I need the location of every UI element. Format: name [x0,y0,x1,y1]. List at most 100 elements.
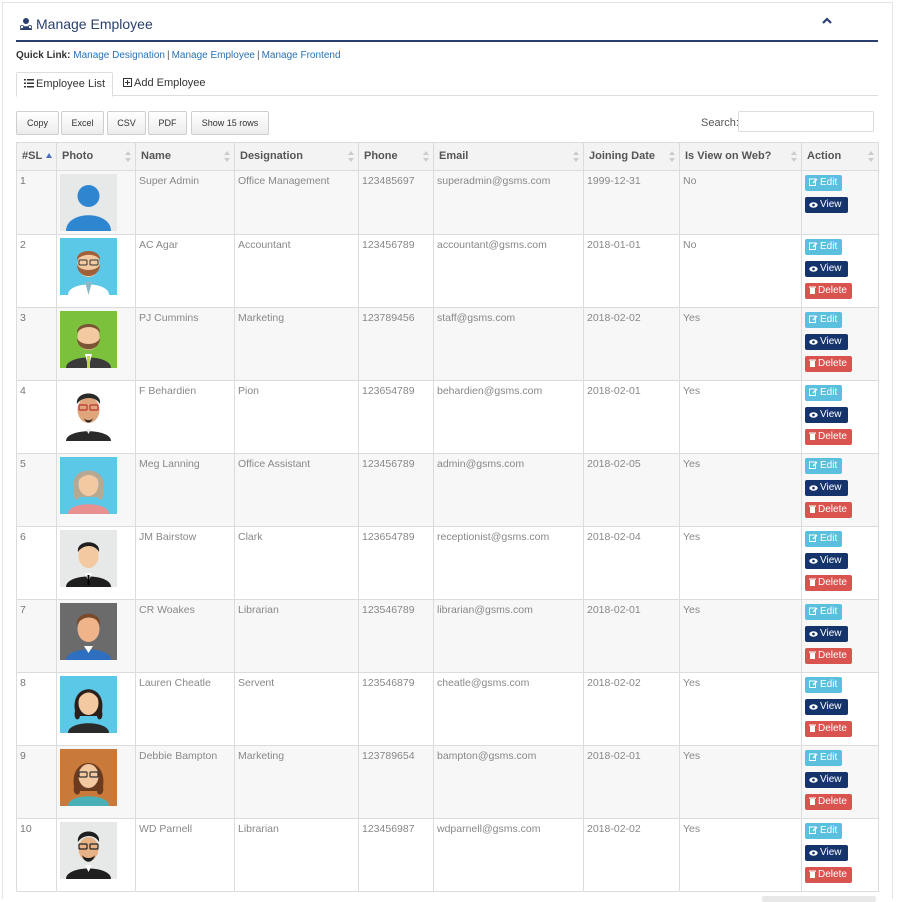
column-header-label: Phone [364,150,398,162]
cell-email: bampton@gsms.com [433,745,584,819]
trash-icon [809,286,816,294]
column-header-joining-date[interactable]: Joining Date [583,142,680,171]
view-label: View [820,199,842,210]
view-button[interactable]: View [805,261,848,277]
cell-designation: Librarian [234,599,359,673]
edit-label: Edit [820,241,838,252]
cell-joining-date: 2018-01-01 [583,234,680,308]
tab-employee-list[interactable]: Employee List [16,72,114,97]
column-header-name[interactable]: Name [135,142,235,171]
view-button[interactable]: View [805,334,848,350]
cell-photo [56,745,136,819]
excel-button[interactable]: Excel [61,111,104,135]
cell-joining-date: 2018-02-02 [583,307,680,381]
chevron-up-icon[interactable] [820,14,834,28]
edit-icon [809,242,818,250]
cell-sl: 7 [16,599,57,673]
edit-button[interactable]: Edit [805,175,842,191]
edit-button[interactable]: Edit [805,677,842,693]
column-header-label: Photo [62,150,94,162]
table-row: 10 WD Parnell Librarian 123456987 wdparnell@… [16,818,879,892]
edit-button[interactable]: Edit [805,823,842,839]
user-group-icon [19,18,32,30]
view-button[interactable]: View [805,407,848,423]
column-header-action[interactable]: Action [801,142,879,171]
cell-view-on-web: Yes [679,380,802,454]
table-row: 3 PJ Cummins Marketing 123789456 staff@gsms.… [16,307,879,381]
column-header-view-on-web[interactable]: Is View on Web? [679,142,802,171]
pdf-button[interactable]: PDF [148,111,187,135]
cell-action: Edit View Delete [801,599,879,673]
view-button[interactable]: View [805,699,848,715]
edit-button[interactable]: Edit [805,750,842,766]
sort-icon [125,151,131,162]
tab-add-employee[interactable]: Add Employee [116,72,213,94]
edit-button[interactable]: Edit [805,239,842,255]
view-button[interactable]: View [805,626,848,642]
view-button[interactable]: View [805,845,848,861]
sort-icon [868,151,874,162]
search-input[interactable] [738,111,874,132]
cell-sl: 1 [16,170,57,235]
edit-button[interactable]: Edit [805,531,842,547]
delete-button[interactable]: Delete [805,283,852,299]
trash-icon [809,432,816,440]
cell-email: cheatle@gsms.com [433,672,584,746]
cell-action: Edit View Delete [801,526,879,600]
delete-button[interactable]: Delete [805,794,852,810]
link-manage-designation[interactable]: Manage Designation [73,50,165,61]
cell-joining-date: 2018-02-05 [583,453,680,527]
cell-view-on-web: Yes [679,745,802,819]
column-header-designation[interactable]: Designation [234,142,359,171]
eye-icon [809,339,818,345]
edit-button[interactable]: Edit [805,604,842,620]
delete-button[interactable]: Delete [805,356,852,372]
column-header-email[interactable]: Email [433,142,584,171]
sort-icon [224,151,230,162]
cell-photo [56,380,136,454]
edit-button[interactable]: Edit [805,385,842,401]
cell-name: Lauren Cheatle [135,672,235,746]
copy-button[interactable]: Copy [16,111,59,135]
csv-button[interactable]: CSV [107,111,146,135]
view-button[interactable]: View [805,772,848,788]
cell-phone: 123485697 [358,170,434,235]
view-button[interactable]: View [805,553,848,569]
edit-button[interactable]: Edit [805,458,842,474]
view-label: View [820,482,842,493]
delete-button[interactable]: Delete [805,867,852,883]
cell-sl: 2 [16,234,57,308]
edit-label: Edit [820,460,838,471]
cell-action: Edit View Delete [801,453,879,527]
delete-button[interactable]: Delete [805,648,852,664]
eye-icon [809,485,818,491]
employee-photo [60,603,117,660]
delete-label: Delete [818,723,847,734]
link-manage-frontend[interactable]: Manage Frontend [262,50,341,61]
pagination-bar [762,896,876,902]
cell-name: Meg Lanning [135,453,235,527]
cell-joining-date: 2018-02-02 [583,672,680,746]
delete-button[interactable]: Delete [805,575,852,591]
column-header-photo[interactable]: Photo [56,142,136,171]
column-header-phone[interactable]: Phone [358,142,434,171]
view-button[interactable]: View [805,480,848,496]
view-label: View [820,701,842,712]
sort-icon [423,151,429,162]
delete-button[interactable]: Delete [805,721,852,737]
column-header-sl[interactable]: #SL [16,142,57,171]
link-manage-employee[interactable]: Manage Employee [172,50,255,61]
cell-phone: 123654789 [358,380,434,454]
view-button[interactable]: View [805,197,848,213]
eye-icon [809,266,818,272]
delete-button[interactable]: Delete [805,429,852,445]
edit-label: Edit [820,533,838,544]
edit-button[interactable]: Edit [805,312,842,328]
show-rows-button[interactable]: Show 15 rows [191,111,269,135]
tab-add-employee-label: Add Employee [134,77,206,89]
delete-button[interactable]: Delete [805,502,852,518]
cell-joining-date: 2018-02-02 [583,818,680,892]
employee-table: #SL Photo Name Designation Phone Email J… [16,142,879,892]
table-row: 6 JM Bairstow Clark 123654789 receptionist@g… [16,526,879,600]
cell-photo [56,818,136,892]
